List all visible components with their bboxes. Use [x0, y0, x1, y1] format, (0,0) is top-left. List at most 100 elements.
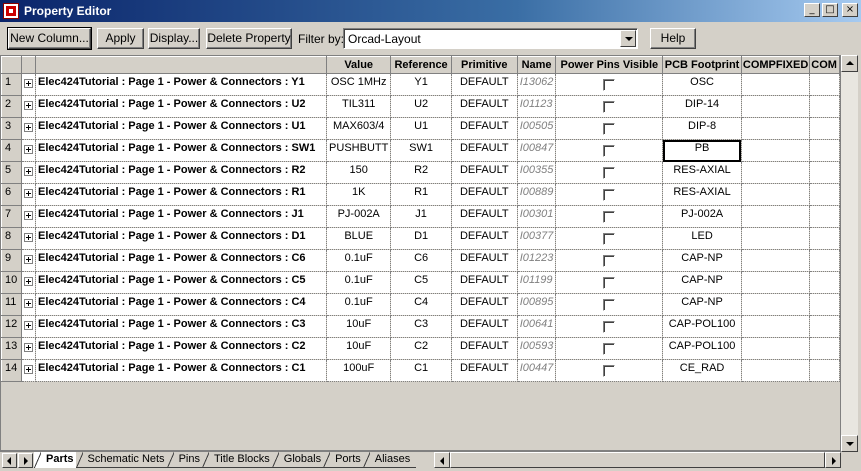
primitive-cell[interactable]: DEFAULT — [451, 337, 518, 360]
delete-property-button[interactable]: Delete Property — [206, 28, 292, 49]
pcb-footprint-cell[interactable]: DIP-14 — [662, 95, 742, 118]
power-pins-visible-cell[interactable] — [555, 139, 664, 162]
part-path-cell[interactable]: Elec424Tutorial : Page 1 - Power & Conne… — [35, 227, 328, 250]
pcb-footprint-cell[interactable]: OSC — [662, 73, 742, 96]
expand-icon[interactable] — [21, 183, 37, 206]
tab-aliases[interactable]: Aliases — [362, 452, 417, 468]
power-pins-visible-cell[interactable] — [555, 205, 664, 228]
reference-cell[interactable]: Y1 — [390, 73, 452, 96]
column-header-compfixed[interactable]: COMPFIXED — [740, 56, 811, 74]
power-pins-visible-cell[interactable] — [555, 293, 664, 316]
column-header-primitive[interactable]: Primitive — [450, 56, 518, 74]
close-button[interactable]: × — [842, 3, 858, 17]
pcb-footprint-cell[interactable]: CAP-POL100 — [662, 337, 742, 360]
row-number[interactable]: 13 — [1, 337, 22, 360]
power-pins-visible-cell[interactable] — [555, 95, 664, 118]
reference-cell[interactable]: C4 — [390, 293, 452, 316]
new-column-button[interactable]: New Column... — [7, 27, 92, 50]
value-cell[interactable]: PJ-002A — [326, 205, 392, 228]
name-cell[interactable]: I00447 — [517, 359, 557, 382]
name-cell[interactable]: I00847 — [517, 139, 557, 162]
pcb-footprint-cell[interactable]: RES-AXIAL — [662, 161, 742, 184]
plus-icon[interactable] — [23, 166, 33, 176]
power-pins-visible-checkbox[interactable] — [603, 277, 616, 289]
power-pins-visible-checkbox[interactable] — [603, 365, 616, 377]
tab-ports[interactable]: Ports — [323, 452, 367, 468]
reference-cell[interactable]: C5 — [390, 271, 452, 294]
help-button[interactable]: Help — [650, 28, 696, 49]
reference-cell[interactable]: J1 — [390, 205, 452, 228]
primitive-cell[interactable]: DEFAULT — [451, 95, 518, 118]
column-header-power-pins-visible[interactable]: Power Pins Visible — [555, 56, 664, 74]
primitive-cell[interactable]: DEFAULT — [451, 139, 518, 162]
part-path-cell[interactable]: Elec424Tutorial : Page 1 - Power & Conne… — [35, 161, 328, 184]
power-pins-visible-cell[interactable] — [555, 249, 664, 272]
table-row[interactable]: 13 Elec424Tutorial : Page 1 - Power & Con… — [1, 337, 840, 360]
plus-icon[interactable] — [23, 188, 33, 198]
power-pins-visible-checkbox[interactable] — [603, 343, 616, 355]
expand-icon[interactable] — [21, 205, 37, 228]
scroll-down-arrow-icon[interactable] — [841, 435, 858, 452]
name-cell[interactable]: I00505 — [517, 117, 557, 140]
value-cell[interactable]: MAX603/4 — [326, 117, 392, 140]
primitive-cell[interactable]: DEFAULT — [451, 161, 518, 184]
part-path-cell[interactable]: Elec424Tutorial : Page 1 - Power & Conne… — [35, 293, 328, 316]
primitive-cell[interactable]: DEFAULT — [451, 271, 518, 294]
pcb-footprint-cell[interactable]: CAP-POL100 — [662, 315, 742, 338]
expand-icon[interactable] — [21, 95, 37, 118]
power-pins-visible-checkbox[interactable] — [603, 211, 616, 223]
table-row[interactable]: 6 Elec424Tutorial : Page 1 - Power & Conn… — [1, 183, 840, 206]
row-number[interactable]: 6 — [1, 183, 22, 206]
expand-icon[interactable] — [21, 139, 37, 162]
power-pins-visible-checkbox[interactable] — [603, 167, 616, 179]
row-number[interactable]: 9 — [1, 249, 22, 272]
row-number[interactable]: 7 — [1, 205, 22, 228]
row-number[interactable]: 5 — [1, 161, 22, 184]
plus-icon[interactable] — [23, 122, 33, 132]
pcb-footprint-cell[interactable]: PJ-002A — [662, 205, 742, 228]
value-cell[interactable]: BLUE — [326, 227, 392, 250]
tab-pins[interactable]: Pins — [166, 452, 206, 468]
part-path-cell[interactable]: Elec424Tutorial : Page 1 - Power & Conne… — [35, 117, 328, 140]
reference-cell[interactable]: D1 — [390, 227, 452, 250]
value-cell[interactable]: PUSHBUTT — [326, 139, 392, 162]
value-cell[interactable]: 0.1uF — [326, 293, 392, 316]
primitive-cell[interactable]: DEFAULT — [451, 205, 518, 228]
reference-cell[interactable]: R1 — [390, 183, 452, 206]
table-row[interactable]: 4 Elec424Tutorial : Page 1 - Power & Conn… — [1, 139, 840, 162]
name-cell[interactable]: I00895 — [517, 293, 557, 316]
pcb-footprint-cell[interactable]: PB — [662, 139, 742, 162]
minimize-button[interactable]: _ — [804, 3, 820, 17]
primitive-cell[interactable]: DEFAULT — [451, 293, 518, 316]
table-row[interactable]: 1 Elec424Tutorial : Page 1 - Power & Conn… — [1, 73, 840, 96]
name-cell[interactable]: I00641 — [517, 315, 557, 338]
value-cell[interactable]: TIL311 — [326, 95, 392, 118]
pcb-footprint-cell[interactable]: CAP-NP — [662, 249, 742, 272]
tab-title-blocks[interactable]: Title Blocks — [201, 452, 276, 468]
app-icon[interactable] — [3, 3, 19, 19]
value-cell[interactable]: 1K — [326, 183, 392, 206]
row-number[interactable]: 1 — [1, 73, 22, 96]
power-pins-visible-checkbox[interactable] — [603, 255, 616, 267]
plus-icon[interactable] — [23, 144, 33, 154]
power-pins-visible-cell[interactable] — [555, 271, 664, 294]
part-path-cell[interactable]: Elec424Tutorial : Page 1 - Power & Conne… — [35, 337, 328, 360]
plus-icon[interactable] — [23, 254, 33, 264]
expand-icon[interactable] — [21, 161, 37, 184]
tab-schematic-nets[interactable]: Schematic Nets — [75, 452, 171, 468]
expand-icon[interactable] — [21, 249, 37, 272]
power-pins-visible-checkbox[interactable] — [603, 101, 616, 113]
name-cell[interactable]: I01223 — [517, 249, 557, 272]
scroll-left-arrow-icon[interactable] — [434, 452, 450, 468]
table-row[interactable]: 3 Elec424Tutorial : Page 1 - Power & Conn… — [1, 117, 840, 140]
power-pins-visible-checkbox[interactable] — [603, 123, 616, 135]
row-number[interactable]: 11 — [1, 293, 22, 316]
name-cell[interactable]: I01123 — [517, 95, 557, 118]
table-row[interactable]: 11 Elec424Tutorial : Page 1 - Power & Con… — [1, 293, 840, 316]
part-path-cell[interactable]: Elec424Tutorial : Page 1 - Power & Conne… — [35, 95, 328, 118]
name-cell[interactable]: I13062 — [517, 73, 557, 96]
tab-parts[interactable]: Parts — [34, 452, 80, 468]
power-pins-visible-cell[interactable] — [555, 117, 664, 140]
table-row[interactable]: 10 Elec424Tutorial : Page 1 - Power & Con… — [1, 271, 840, 294]
primitive-cell[interactable]: DEFAULT — [451, 359, 518, 382]
